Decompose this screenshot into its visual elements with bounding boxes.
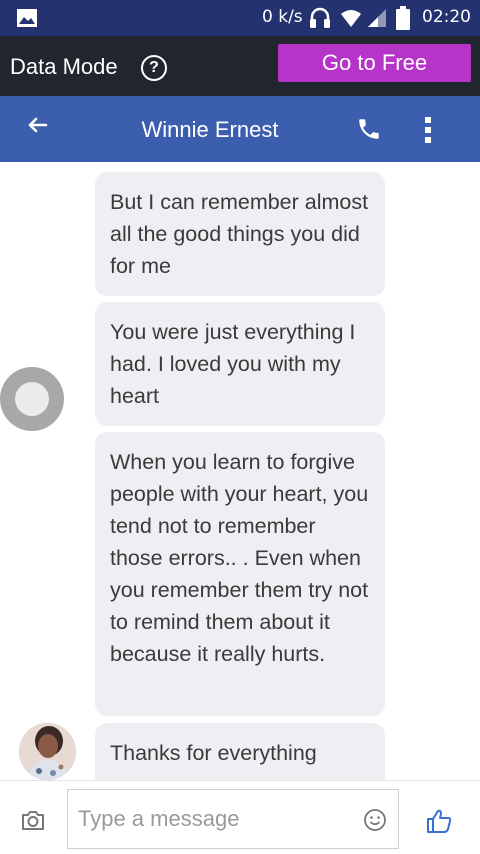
emoji-icon[interactable] (363, 808, 387, 832)
go-to-free-button[interactable]: Go to Free (278, 44, 471, 82)
network-speed: 0 k/s (262, 7, 303, 27)
contact-avatar[interactable] (19, 723, 76, 780)
camera-icon[interactable] (20, 808, 46, 832)
message-input-box (67, 789, 399, 849)
status-bar: 0 k/s 02:20 (0, 0, 480, 36)
clock: 02:20 (422, 7, 471, 27)
help-circle-icon[interactable]: ? (141, 55, 167, 81)
message-composer (0, 780, 480, 854)
message-list[interactable]: But I can remember almost all the good t… (0, 162, 480, 780)
wifi-icon (341, 10, 361, 27)
floating-assistive-button[interactable] (0, 367, 64, 431)
signal-icon (368, 9, 386, 27)
thumbs-up-icon[interactable] (425, 807, 453, 835)
message-input[interactable] (78, 790, 358, 848)
chat-header: Winnie Ernest (0, 96, 480, 162)
headphone-icon (310, 7, 330, 28)
phone-icon[interactable] (356, 116, 382, 142)
more-vertical-icon[interactable] (420, 116, 436, 144)
message-bubble: But I can remember almost all the good t… (95, 172, 385, 296)
data-mode-label: Data Mode (10, 54, 118, 79)
message-bubble: You were just everything I had. I loved … (95, 302, 385, 426)
message-bubble: When you learn to forgive people with yo… (95, 432, 385, 716)
battery-icon (396, 6, 410, 30)
floating-button-knob (15, 382, 49, 416)
gallery-icon (17, 9, 37, 27)
avatar-image (19, 723, 76, 780)
message-bubble: Thanks for everything (95, 723, 385, 780)
data-mode-bar: Data Mode ? Go to Free (0, 36, 480, 96)
